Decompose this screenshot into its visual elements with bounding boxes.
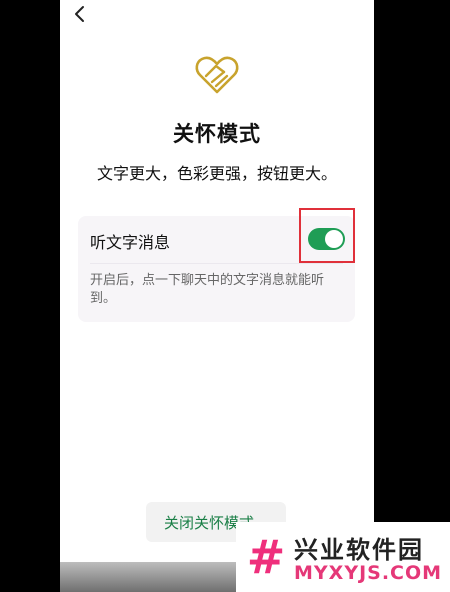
phone-screen: 关怀模式 文字更大，色彩更强，按钮更大。 听文字消息 开启后，点一下聊天中的文字… xyxy=(60,0,374,592)
care-hand-heart-icon xyxy=(194,52,240,96)
page-title: 关怀模式 xyxy=(173,122,261,146)
hash-icon: # xyxy=(246,530,286,584)
divider xyxy=(90,263,343,264)
listen-text-message-label: 听文字消息 xyxy=(90,233,171,252)
page-subtitle: 文字更大，色彩更强，按钮更大。 xyxy=(96,164,337,183)
watermark-logo: # 兴业软件园 MYXYJS.COM xyxy=(236,522,450,592)
setting-description: 开启后，点一下聊天中的文字消息就能听到。 xyxy=(90,273,325,306)
toggle-highlight-box xyxy=(299,208,355,263)
watermark-subtitle: MYXYJS.COM xyxy=(294,562,443,584)
back-button[interactable] xyxy=(68,2,92,26)
chevron-left-icon xyxy=(75,6,84,22)
watermark-title: 兴业软件园 xyxy=(294,536,424,564)
